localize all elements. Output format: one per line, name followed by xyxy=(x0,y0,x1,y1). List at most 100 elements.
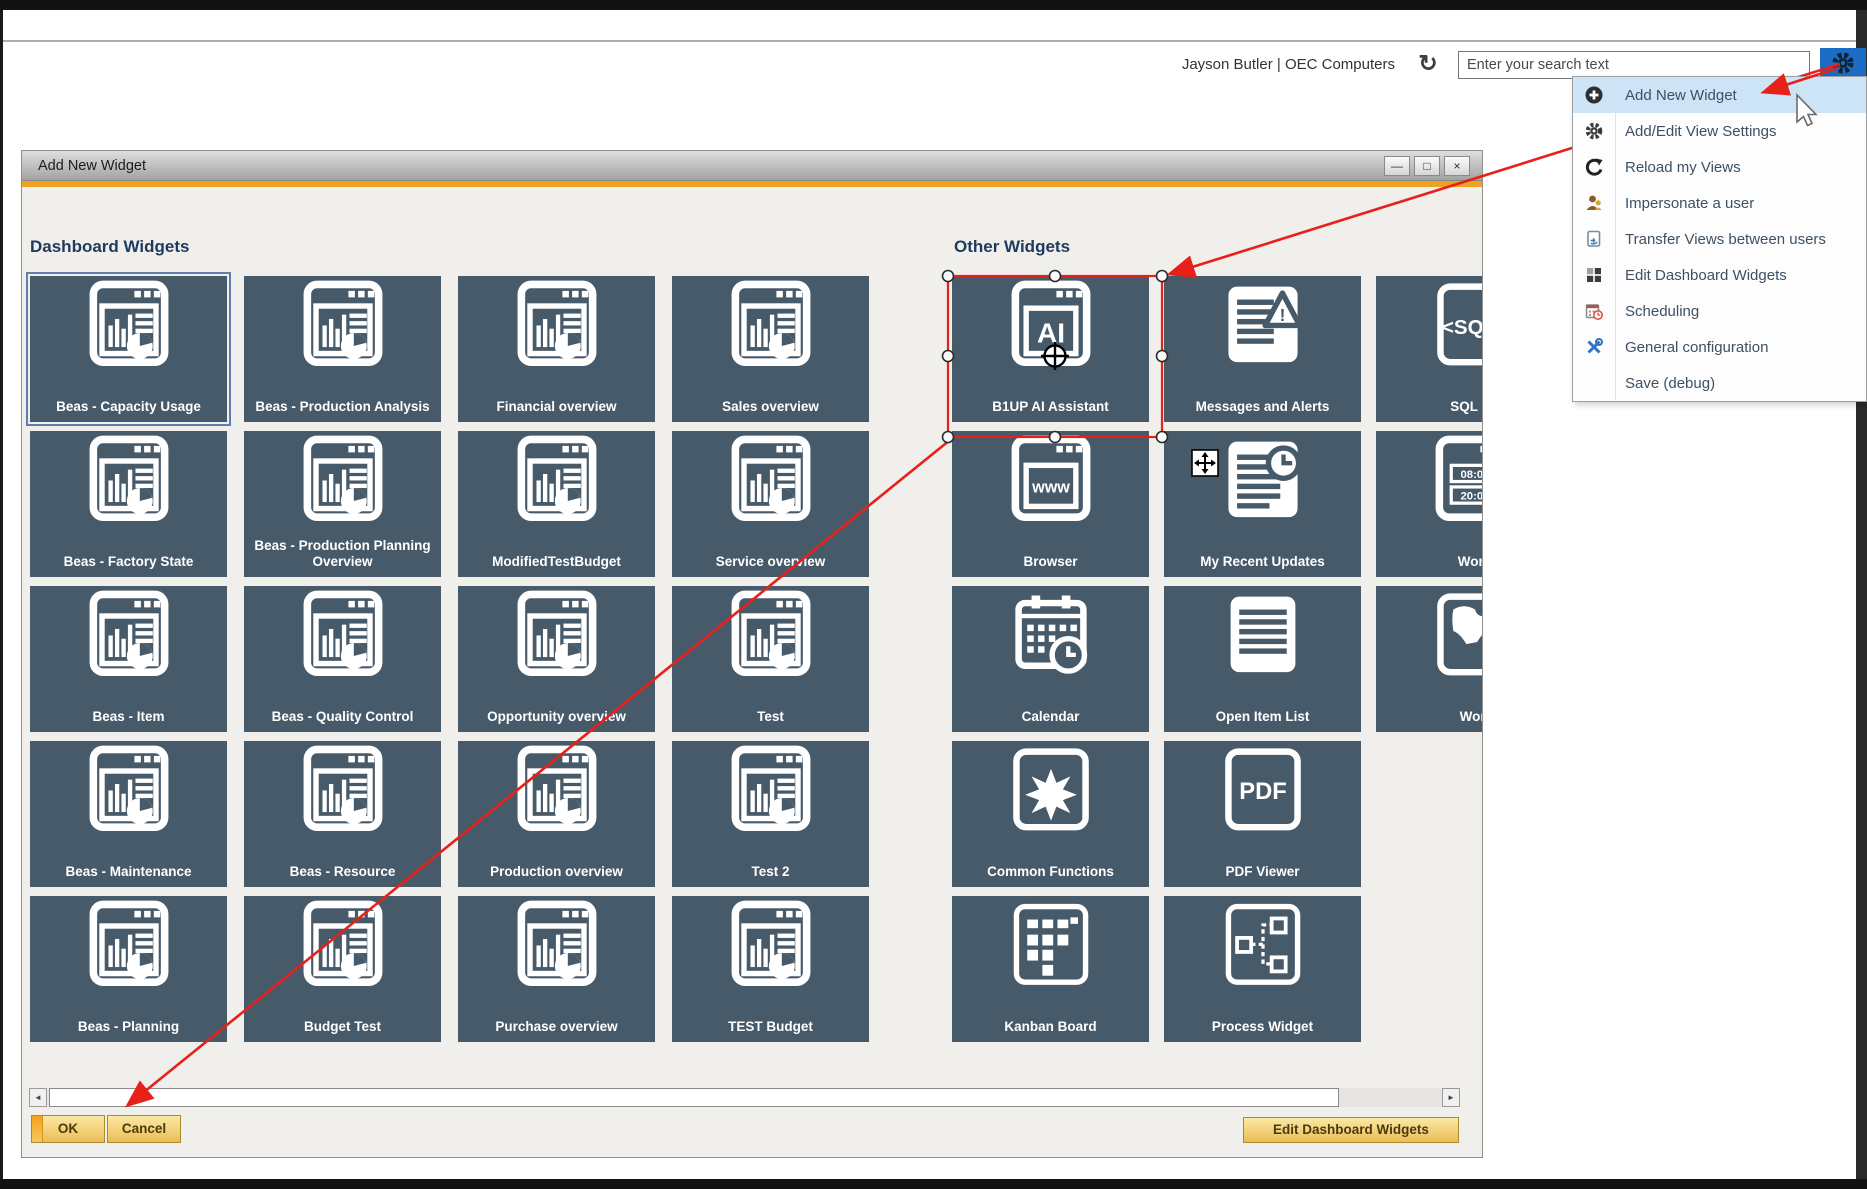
widget-tile[interactable]: Beas - Planning xyxy=(30,896,227,1042)
hscrollbar-left-arrow[interactable]: ◄ xyxy=(29,1088,47,1107)
widget-tile-label: Beas - Capacity Usage xyxy=(36,399,221,415)
menu-item-label: Impersonate a user xyxy=(1615,195,1754,212)
chart-icon xyxy=(717,435,825,532)
world-icon xyxy=(1421,590,1484,687)
widget-tile[interactable]: Calendar xyxy=(952,586,1149,732)
ok-button[interactable]: OK xyxy=(31,1115,105,1143)
widget-tile-label: Financial overview xyxy=(464,399,649,415)
widget-tile[interactable]: Open Item List xyxy=(1164,586,1361,732)
tools-icon xyxy=(1573,338,1615,356)
widget-tile[interactable]: Sales overview xyxy=(672,276,869,422)
hscrollbar-thumb[interactable] xyxy=(49,1088,1339,1107)
svg-text:!: ! xyxy=(1279,305,1285,325)
widget-tile[interactable]: Beas - Resource xyxy=(244,741,441,887)
menu-item-save-debug-[interactable]: Save (debug) xyxy=(1573,365,1866,401)
widget-tile[interactable]: <SQL>SQL Re xyxy=(1376,276,1483,422)
reload-icon xyxy=(1573,158,1615,176)
widget-tile-label: Browser xyxy=(958,554,1143,570)
alerts-icon: ! xyxy=(1209,280,1317,377)
chart-icon xyxy=(289,900,397,997)
widget-tile[interactable]: PDFPDF Viewer xyxy=(1164,741,1361,887)
widget-tile[interactable]: ModifiedTestBudget xyxy=(458,431,655,577)
widget-tile[interactable]: Beas - Production Planning Overview xyxy=(244,431,441,577)
widget-tile[interactable]: wwwBrowser xyxy=(952,431,1149,577)
menu-item-add-new-widget[interactable]: Add New Widget xyxy=(1573,77,1866,113)
widget-tile-label: Test 2 xyxy=(678,864,863,880)
widget-tile[interactable]: Financial overview xyxy=(458,276,655,422)
chart-icon xyxy=(75,590,183,687)
process-icon xyxy=(1209,900,1317,997)
search-input[interactable] xyxy=(1458,51,1810,79)
widget-tile[interactable]: Beas - Factory State xyxy=(30,431,227,577)
clock-hours-icon: 08:00 20:00 xyxy=(1421,435,1484,532)
widget-tile[interactable]: Beas - Item xyxy=(30,586,227,732)
widget-tile[interactable]: Beas - Quality Control xyxy=(244,586,441,732)
chart-icon xyxy=(717,280,825,377)
widget-tile[interactable]: AIB1UP AI Assistant xyxy=(952,276,1149,422)
widget-tile-label: My Recent Updates xyxy=(1170,554,1355,570)
chart-icon xyxy=(75,900,183,997)
widget-tile[interactable]: Worl xyxy=(1376,586,1483,732)
widget-tile[interactable]: Kanban Board xyxy=(952,896,1149,1042)
grid-icon xyxy=(1573,266,1615,284)
widget-tile-label: Beas - Production Analysis xyxy=(250,399,435,415)
chart-icon xyxy=(289,745,397,842)
minimize-button[interactable]: — xyxy=(1384,156,1410,176)
widget-tile[interactable]: My Recent Updates xyxy=(1164,431,1361,577)
widget-tile[interactable]: Production overview xyxy=(458,741,655,887)
widget-tile[interactable]: TEST Budget xyxy=(672,896,869,1042)
chart-icon xyxy=(717,745,825,842)
menu-item-add-edit-view-settings[interactable]: Add/Edit View Settings xyxy=(1573,113,1866,149)
widget-tile[interactable]: Opportunity overview xyxy=(458,586,655,732)
settings-dropdown-menu: Add New Widget Add/Edit View Settings Relo… xyxy=(1572,76,1867,402)
edit-dashboard-widgets-button[interactable]: Edit Dashboard Widgets xyxy=(1243,1117,1459,1143)
widget-tile-label: Purchase overview xyxy=(464,1019,649,1035)
svg-text:20:00: 20:00 xyxy=(1460,490,1483,502)
widget-tile-label: Sales overview xyxy=(678,399,863,415)
menu-item-label: Edit Dashboard Widgets xyxy=(1615,267,1787,284)
chart-icon xyxy=(503,900,611,997)
chart-icon xyxy=(75,435,183,532)
add-new-widget-dialog: Add New Widget —□× Dashboard Widgets Oth… xyxy=(21,150,1483,1158)
widget-tile[interactable]: Common Functions xyxy=(952,741,1149,887)
menu-item-label: Add New Widget xyxy=(1615,87,1737,104)
menu-item-edit-dashboard-widgets[interactable]: Edit Dashboard Widgets xyxy=(1573,257,1866,293)
close-button[interactable]: × xyxy=(1444,156,1470,176)
cancel-button[interactable]: Cancel xyxy=(107,1115,181,1143)
widget-tile[interactable]: !Messages and Alerts xyxy=(1164,276,1361,422)
widget-tile-label: TEST Budget xyxy=(678,1019,863,1035)
menu-item-transfer-views-between-users[interactable]: Transfer Views between users xyxy=(1573,221,1866,257)
menu-item-impersonate-a-user[interactable]: Impersonate a user xyxy=(1573,185,1866,221)
menu-item-label: Transfer Views between users xyxy=(1615,231,1826,248)
widget-tile[interactable]: Beas - Capacity Usage xyxy=(30,276,227,422)
dialog-titlebar[interactable]: Add New Widget xyxy=(22,151,1482,181)
chart-icon xyxy=(503,745,611,842)
chart-icon xyxy=(503,435,611,532)
widget-tile[interactable]: Budget Test xyxy=(244,896,441,1042)
menu-item-scheduling[interactable]: Scheduling xyxy=(1573,293,1866,329)
maximize-button[interactable]: □ xyxy=(1414,156,1440,176)
menu-item-general-configuration[interactable]: General configuration xyxy=(1573,329,1866,365)
widget-tile[interactable]: Test 2 xyxy=(672,741,869,887)
hscrollbar-right-arrow[interactable]: ► xyxy=(1442,1088,1460,1107)
pdf-icon: PDF xyxy=(1209,745,1317,842)
widget-tile[interactable]: Beas - Production Analysis xyxy=(244,276,441,422)
widget-tile[interactable]: Process Widget xyxy=(1164,896,1361,1042)
widget-tile[interactable]: Test xyxy=(672,586,869,732)
refresh-icon[interactable]: ↻ xyxy=(1414,48,1442,78)
chart-icon xyxy=(503,590,611,687)
chart-icon xyxy=(75,745,183,842)
widget-tile-label: Test xyxy=(678,709,863,725)
widget-tile[interactable]: 08:00 20:00Work xyxy=(1376,431,1483,577)
section-heading-dashboard-widgets: Dashboard Widgets xyxy=(30,237,189,257)
chart-icon xyxy=(717,590,825,687)
widget-tile[interactable]: Purchase overview xyxy=(458,896,655,1042)
widget-tile-label: Beas - Factory State xyxy=(36,554,221,570)
widget-tile-label: Beas - Resource xyxy=(250,864,435,880)
menu-item-reload-my-views[interactable]: Reload my Views xyxy=(1573,149,1866,185)
widget-tile[interactable]: Service overview xyxy=(672,431,869,577)
widget-tile-label: Opportunity overview xyxy=(464,709,649,725)
gear-icon xyxy=(1573,122,1615,140)
widget-tile[interactable]: Beas - Maintenance xyxy=(30,741,227,887)
menu-item-label: Reload my Views xyxy=(1615,159,1741,176)
